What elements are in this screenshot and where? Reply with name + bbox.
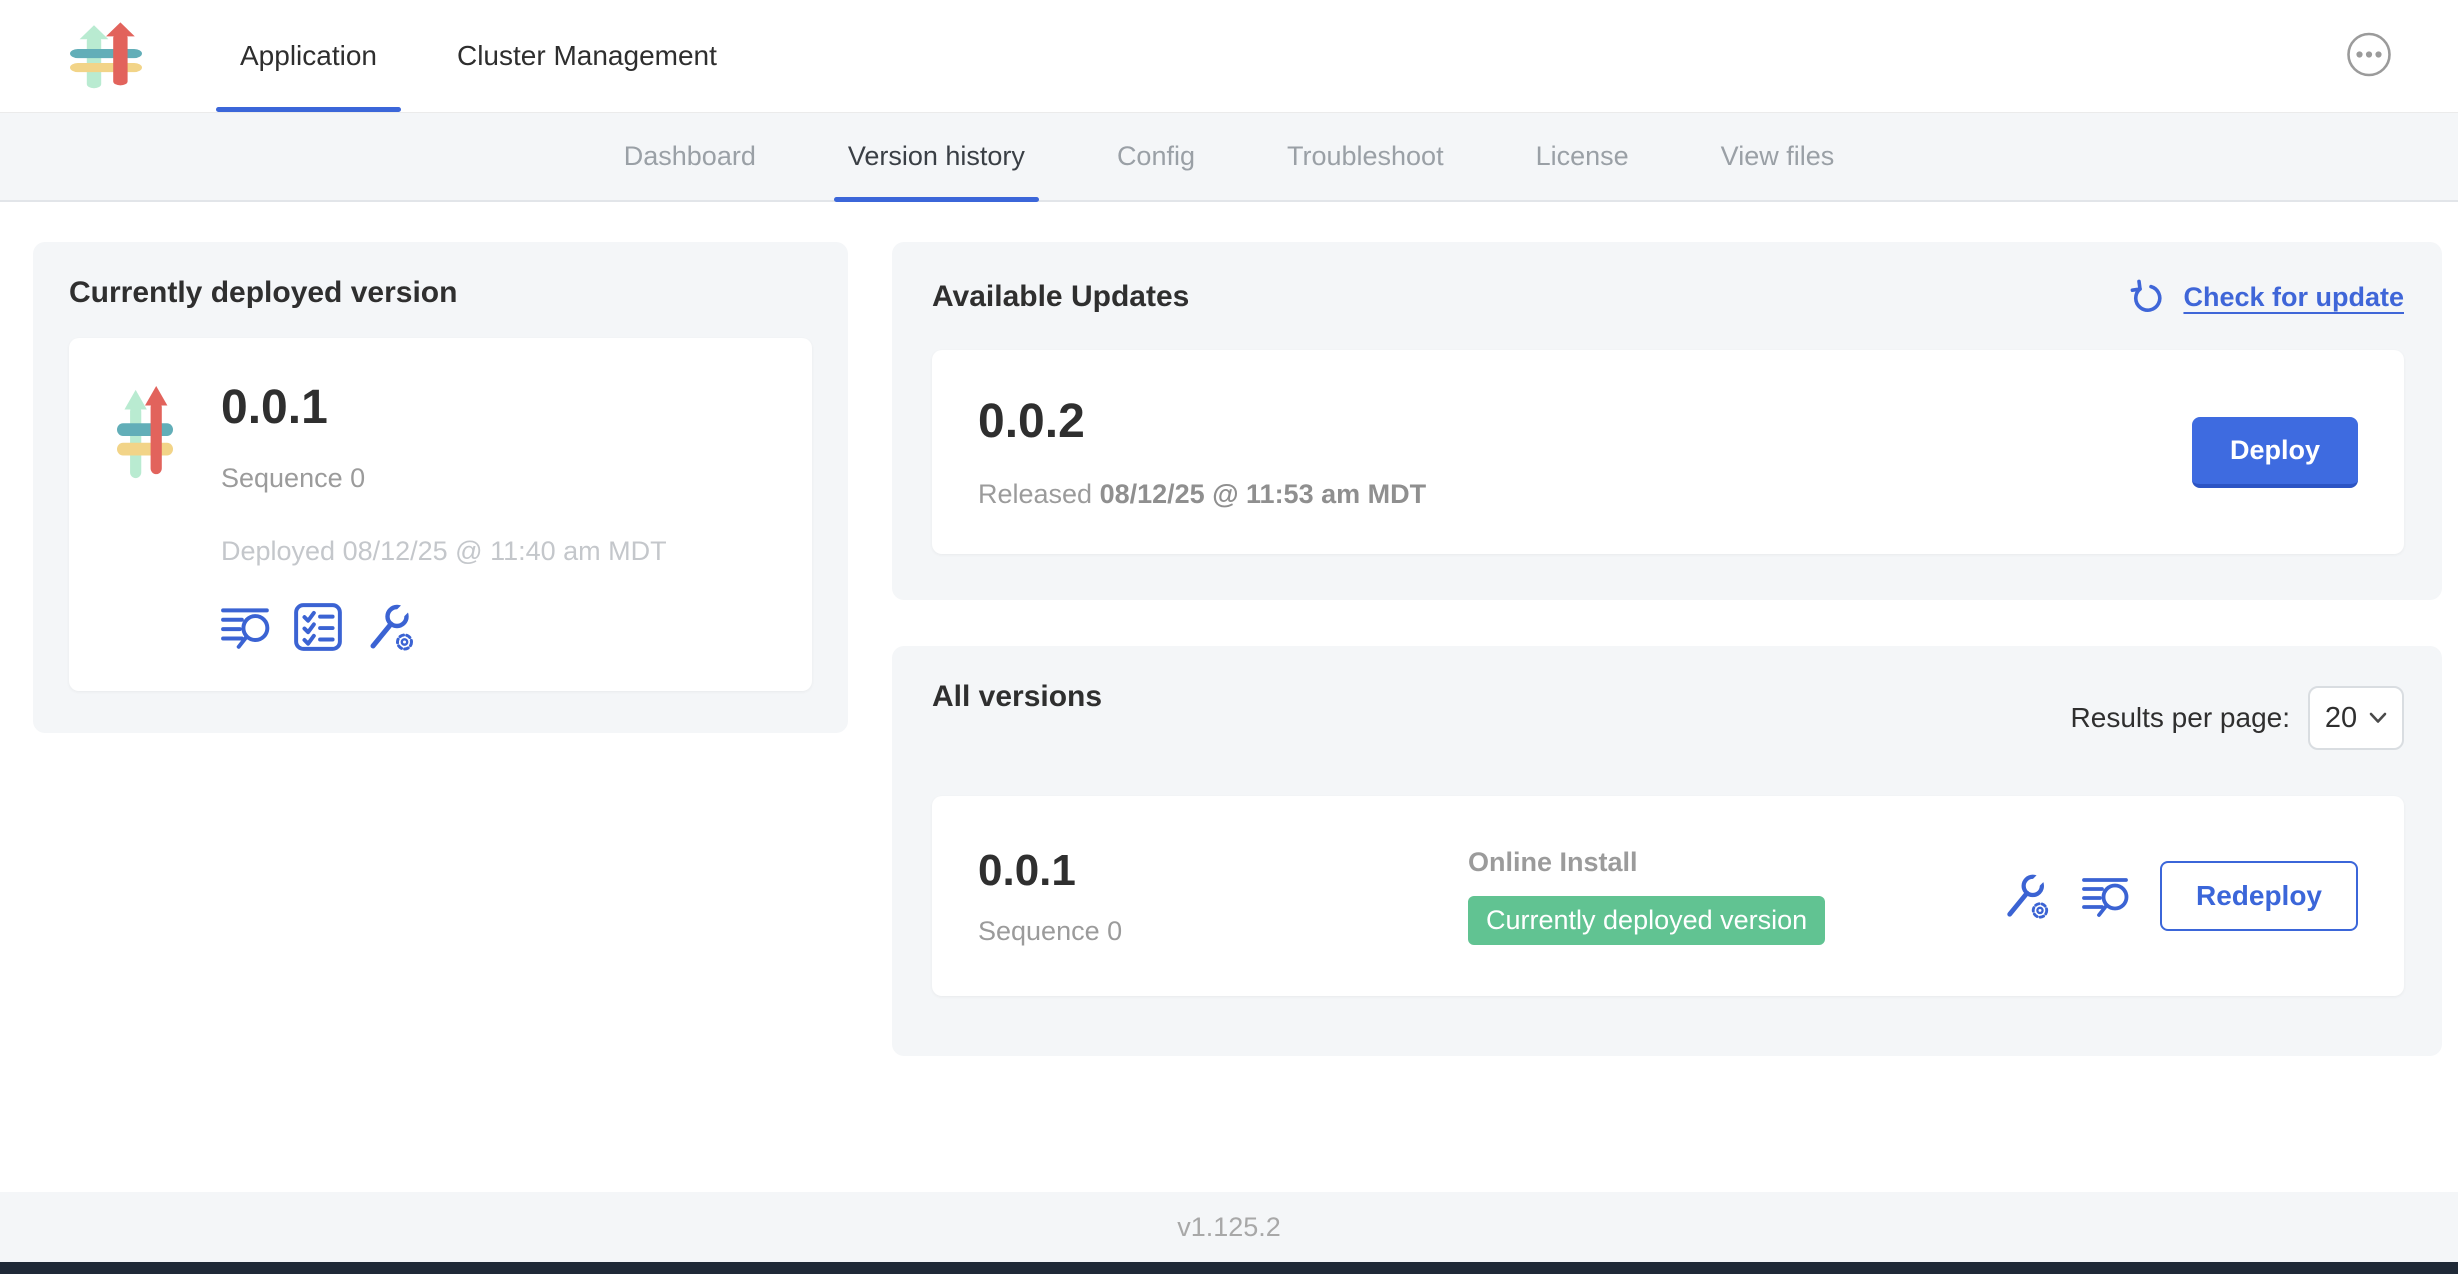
- app-logo: [70, 0, 142, 112]
- subnav-view-files-label: View files: [1721, 141, 1835, 172]
- deployed-sequence: Sequence 0: [221, 463, 667, 494]
- row-sequence: Sequence 0: [978, 916, 1468, 947]
- subnav-license[interactable]: License: [1490, 113, 1675, 200]
- subnav-config[interactable]: Config: [1071, 113, 1241, 200]
- update-released-timestamp: Released 08/12/25 @ 11:53 am MDT: [978, 479, 1426, 510]
- app-logo-icon: [117, 384, 173, 482]
- deployed-card-title: Currently deployed version: [69, 276, 812, 310]
- bottom-bar: [0, 1262, 2458, 1274]
- subnav-config-label: Config: [1117, 141, 1195, 172]
- deployed-version-number: 0.0.1: [221, 380, 667, 435]
- config-wrench-icon: [365, 601, 417, 653]
- check-for-update-link[interactable]: Check for update: [2127, 276, 2404, 318]
- deploy-button[interactable]: Deploy: [2192, 417, 2358, 488]
- subnav-version-history-label: Version history: [848, 141, 1025, 172]
- deployed-timestamp: Deployed 08/12/25 @ 11:40 am MDT: [221, 536, 667, 567]
- edit-config-button[interactable]: [365, 601, 417, 653]
- app-subnav: Dashboard Version history Config Trouble…: [0, 113, 2458, 202]
- results-per-page-value: 20: [2325, 702, 2357, 735]
- version-row-status: Online Install Currently deployed versio…: [1468, 847, 1825, 945]
- currently-deployed-card: Currently deployed version 0.0.1 Sequenc…: [33, 242, 848, 733]
- preflight-checks-button[interactable]: [293, 602, 343, 652]
- config-wrench-icon: [2002, 871, 2052, 921]
- view-logs-icon: [2082, 872, 2130, 920]
- deployed-actions: [221, 601, 667, 653]
- subnav-dashboard[interactable]: Dashboard: [578, 113, 802, 200]
- ellipsis-circle-icon: [2346, 32, 2392, 78]
- overflow-menu-button[interactable]: [2346, 32, 2392, 81]
- edit-config-button[interactable]: [2002, 871, 2052, 921]
- subnav-troubleshoot[interactable]: Troubleshoot: [1241, 113, 1490, 200]
- released-date: 08/12/25 @ 11:53 am MDT: [1100, 479, 1427, 509]
- version-row-info: 0.0.1 Sequence 0: [978, 846, 1468, 947]
- all-versions-header: All versions Results per page: 20: [932, 680, 2404, 750]
- currently-deployed-badge: Currently deployed version: [1468, 896, 1825, 945]
- subnav-view-files[interactable]: View files: [1675, 113, 1881, 200]
- view-logs-button[interactable]: [2082, 872, 2130, 920]
- all-versions-title: All versions: [932, 680, 1102, 714]
- updates-column: Available Updates Check for update 0.0.2…: [892, 242, 2442, 1192]
- update-details: 0.0.2 Released 08/12/25 @ 11:53 am MDT: [978, 394, 1426, 510]
- page-footer: v1.125.2: [0, 1192, 2458, 1262]
- available-updates-title: Available Updates: [932, 280, 1189, 314]
- view-logs-icon: [221, 602, 271, 652]
- top-header: Application Cluster Management: [0, 0, 2458, 113]
- available-update-row: 0.0.2 Released 08/12/25 @ 11:53 am MDT D…: [932, 350, 2404, 554]
- deployed-version-panel: 0.0.1 Sequence 0 Deployed 08/12/25 @ 11:…: [69, 338, 812, 691]
- subnav-version-history[interactable]: Version history: [802, 113, 1071, 200]
- view-logs-button[interactable]: [221, 602, 271, 652]
- check-for-update-label: Check for update: [2183, 282, 2404, 313]
- console-version-label: v1.125.2: [1177, 1212, 1281, 1243]
- deployed-version-details: 0.0.1 Sequence 0 Deployed 08/12/25 @ 11:…: [221, 380, 667, 653]
- install-type-label: Online Install: [1468, 847, 1825, 878]
- redeploy-button[interactable]: Redeploy: [2160, 861, 2358, 931]
- tab-cluster-management[interactable]: Cluster Management: [417, 0, 757, 112]
- results-per-page-select[interactable]: 20: [2308, 686, 2404, 750]
- available-updates-card: Available Updates Check for update 0.0.2…: [892, 242, 2442, 600]
- all-versions-card: All versions Results per page: 20 0.0.1 …: [892, 646, 2442, 1056]
- tab-application-label: Application: [240, 40, 377, 72]
- subnav-troubleshoot-label: Troubleshoot: [1287, 141, 1444, 172]
- subnav-license-label: License: [1536, 141, 1629, 172]
- results-per-page: Results per page: 20: [2071, 686, 2404, 750]
- available-updates-header: Available Updates Check for update: [932, 276, 2404, 318]
- preflight-checks-icon: [293, 602, 343, 652]
- update-version-number: 0.0.2: [978, 394, 1426, 449]
- refresh-icon: [2127, 276, 2169, 318]
- version-row: 0.0.1 Sequence 0 Online Install Currentl…: [932, 796, 2404, 996]
- results-per-page-label: Results per page:: [2071, 702, 2290, 734]
- deployed-column: Currently deployed version 0.0.1 Sequenc…: [33, 242, 848, 1192]
- tab-application[interactable]: Application: [200, 0, 417, 112]
- subnav-dashboard-label: Dashboard: [624, 141, 756, 172]
- row-version-number: 0.0.1: [978, 846, 1468, 896]
- main-content: Currently deployed version 0.0.1 Sequenc…: [0, 202, 2458, 1192]
- chevron-down-icon: [2369, 712, 2387, 724]
- version-row-actions: Redeploy: [2002, 861, 2358, 931]
- released-prefix: Released: [978, 479, 1092, 509]
- tab-cluster-management-label: Cluster Management: [457, 40, 717, 72]
- app-logo-icon: [70, 21, 142, 91]
